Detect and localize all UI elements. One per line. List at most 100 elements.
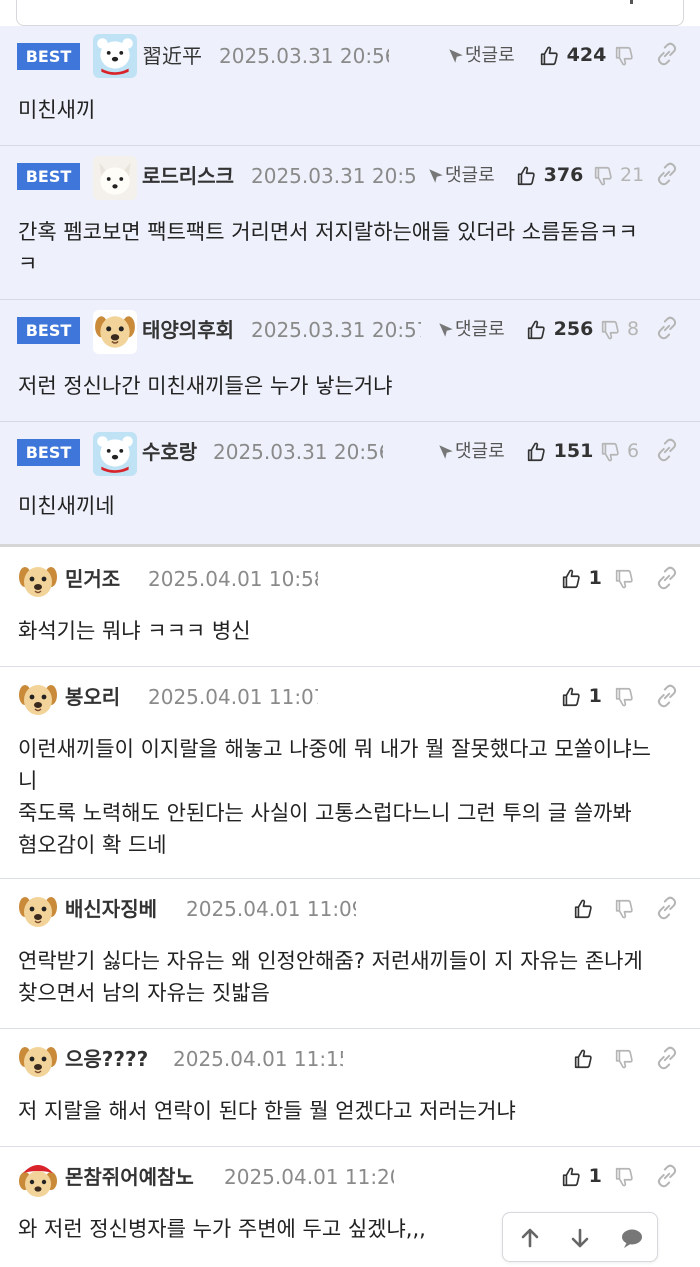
dislike-button[interactable]: 21 [592,160,644,190]
avatar[interactable] [93,310,137,354]
previous-panel-edge [16,0,684,26]
timestamp: 2025.03.31 20:59 [251,164,417,188]
best-comment: BEST 로드리스크 2025.03.31 20:59 댓글로 376 21 간… [0,146,700,300]
comment-text: 간혹 펨코보면 팩트팩트 거리면서 저지랄하는애들 있더라 소름돋음ㅋㅋ ㅋ [18,220,638,276]
link-button[interactable] [654,895,680,921]
link-button[interactable] [654,565,680,591]
like-count: 1 [588,567,602,589]
link-button[interactable] [654,1163,680,1189]
scroll-up-button[interactable] [505,1213,555,1263]
reply-label: 댓글로 [445,165,495,186]
link-icon [654,565,680,591]
reply-label: 댓글로 [465,45,515,66]
like-button[interactable]: 1 [560,563,602,593]
dislike-button[interactable] [613,563,635,593]
link-icon [654,1045,680,1071]
timestamp: 2025.04.01 11:09 [186,897,356,921]
avatar[interactable] [93,156,137,200]
link-button[interactable] [654,161,680,187]
thumb-down-icon [613,898,635,920]
dislike-count: 21 [620,164,645,186]
best-badge: BEST [17,439,80,466]
floating-nav [502,1212,658,1262]
comment-list: 믿거조 2025.04.01 10:58 1 화석기는 뭐냐 ㅋㅋㅋ 병신 봉오… [0,547,700,1267]
reply-button[interactable]: 댓글로 [447,42,515,70]
nickname[interactable]: 으응???? [65,1045,148,1073]
comment: 봉오리 2025.04.01 11:07 1 이런새끼들이 이지랄을 해놓고 나… [0,667,700,879]
arctic-fox-icon [93,156,137,200]
best-badge: BEST [17,317,80,344]
thumb-down-icon [613,45,635,67]
comment-text: 화석기는 뭐냐 ㅋㅋㅋ 병신 [18,619,251,643]
link-button[interactable] [654,437,680,463]
dislike-button[interactable] [613,1043,635,1073]
best-comment: BEST 수호랑 2025.03.31 20:56 댓글로 151 6 미친새끼… [0,422,700,544]
avatar[interactable] [17,891,59,933]
reply-arrow-icon [427,167,445,185]
like-count: 1 [588,1165,602,1187]
comment-text: 저 지랄을 해서 연락이 된다 한들 뭘 얻겠다고 저러는거냐 [18,1099,516,1123]
reply-arrow-icon [437,321,455,339]
dislike-button[interactable]: 8 [599,314,639,344]
avatar[interactable] [17,561,59,603]
comment-button[interactable] [607,1213,657,1263]
thumb-up-icon [572,898,594,920]
thumb-down-icon [613,1166,635,1188]
like-button[interactable]: 151 [525,436,593,466]
link-icon [654,1163,680,1189]
link-icon [654,683,680,709]
nickname[interactable]: 태양의후회 [142,316,234,344]
link-button[interactable] [654,1045,680,1071]
dislike-count: 8 [627,318,640,340]
avatar[interactable] [17,1041,59,1083]
avatar[interactable] [17,1159,59,1201]
dislike-button[interactable]: 6 [599,436,639,466]
like-button[interactable] [572,893,594,923]
thumb-up-icon [525,319,547,341]
thumb-down-icon [613,568,635,590]
like-button[interactable]: 256 [525,314,593,344]
dislike-button[interactable] [613,893,635,923]
dislike-count: 6 [627,440,640,462]
polar-bear-icon [93,34,137,78]
polar-bear-icon [93,432,137,476]
reply-button[interactable]: 댓글로 [437,316,505,344]
best-comment: BEST 태양의후회 2025.03.31 20:57 댓글로 256 8 저런… [0,300,700,422]
comment: 으응???? 2025.04.01 11:15 저 지랄을 해서 연락이 된다 … [0,1029,700,1147]
scroll-down-button[interactable] [555,1213,605,1263]
like-button[interactable] [572,1043,594,1073]
like-button[interactable]: 1 [560,681,602,711]
reply-button[interactable]: 댓글로 [437,438,505,466]
nickname[interactable]: 수호랑 [142,438,197,466]
dislike-button[interactable] [613,1161,635,1191]
avatar[interactable] [93,432,137,476]
like-count: 376 [543,164,584,186]
like-button[interactable]: 1 [560,1161,602,1191]
thumb-up-icon [538,45,560,67]
link-button[interactable] [654,683,680,709]
timestamp: 2025.03.31 20:57 [251,318,421,342]
thumb-down-icon [599,441,621,463]
reply-button[interactable]: 댓글로 [427,162,495,190]
link-button[interactable] [654,41,680,67]
like-button[interactable]: 376 [515,160,583,190]
comment-text: 이런새끼들이 이지랄을 해놓고 나중에 뭐 내가 뭘 잘못했다고 모쏠이냐느 니… [18,737,651,857]
nickname[interactable]: 몬참쥐어예참노 [65,1163,194,1191]
nickname[interactable]: 배신자징베 [65,895,157,923]
avatar[interactable] [17,679,59,721]
link-button[interactable] [654,315,680,341]
reply-label: 댓글로 [455,319,505,340]
nickname[interactable]: 믿거조 [65,565,120,593]
like-count: 256 [553,318,594,340]
nickname[interactable]: 習近平 [142,42,202,70]
comment-text: 미친새끼네 [18,494,115,518]
nickname[interactable]: 로드리스크 [142,162,234,190]
nickname[interactable]: 봉오리 [65,683,120,711]
avatar[interactable] [93,34,137,78]
red-hat-puppy-icon [17,1159,59,1201]
puppy-icon [17,891,59,933]
dislike-button[interactable] [613,681,635,711]
reply-label: 댓글로 [455,441,505,462]
like-button[interactable]: 424 [538,40,606,70]
dislike-button[interactable] [613,40,635,70]
